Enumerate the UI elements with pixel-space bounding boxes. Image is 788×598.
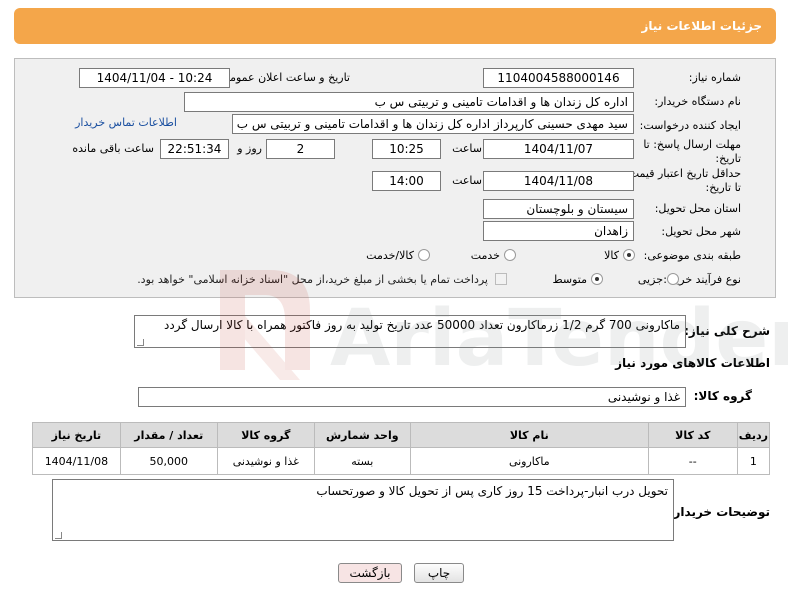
province-field[interactable]: سیستان و بلوچستان	[483, 199, 634, 219]
category-both-radio[interactable]	[418, 249, 430, 261]
process-medium-radio[interactable]	[591, 273, 603, 285]
back-button[interactable]: بازگشت	[338, 563, 402, 583]
process-minor-label: جزیی	[637, 273, 663, 286]
price-time-field[interactable]: 14:00	[372, 171, 441, 191]
reply-time-label: ساعت	[452, 142, 482, 155]
reply-deadline-label-line2: تاریخ:	[715, 152, 741, 165]
cell-name: ماکارونی	[409, 447, 649, 475]
table-row[interactable]: 1 -- ماکارونی بسته غذا و نوشیدنی 50,000 …	[32, 447, 771, 475]
category-goods-radio[interactable]	[623, 249, 635, 261]
cell-date: 1404/11/08	[32, 447, 121, 475]
reply-deadline-label: مهلت ارسال پاسخ: تا تاریخ:	[643, 138, 741, 166]
announce-field[interactable]: 1404/11/04 - 10:24	[79, 68, 230, 88]
reply-date-field[interactable]: 1404/11/07	[483, 139, 634, 159]
buyer-org-field[interactable]: اداره کل زندان ها و اقدامات تامینی و ترب…	[184, 92, 634, 112]
days-field[interactable]: 2	[266, 139, 335, 159]
description-label: شرح کلی نیاز:	[684, 324, 770, 338]
announce-label: تاریخ و ساعت اعلان عمومی:	[217, 71, 350, 84]
cell-code: --	[647, 447, 738, 475]
cell-qty: 50,000	[119, 447, 218, 475]
buyer-notes-textarea[interactable]: تحویل درب انبار-پرداخت 15 روز کاری پس از…	[52, 479, 674, 541]
city-label: شهر محل تحویل:	[661, 225, 741, 238]
need-number-field[interactable]: 1104004588000146	[483, 68, 634, 88]
process-minor-radio[interactable]	[667, 273, 679, 285]
days-label: روز و	[237, 142, 262, 155]
price-date-field[interactable]: 1404/11/08	[483, 171, 634, 191]
goods-table-wrapper: ردیف کد کالا نام کالا واحد شمارش گروه کا…	[32, 422, 771, 475]
category-label: طبقه بندی موضوعی:	[643, 249, 741, 262]
price-deadline-label: حداقل تاریخ اعتبار قیمت: تا تاریخ:	[625, 167, 741, 195]
col-date: تاریخ نیاز	[32, 422, 121, 448]
creator-label: ایجاد کننده درخواست:	[639, 119, 741, 132]
category-service-label: خدمت	[470, 249, 500, 262]
cell-unit: بسته	[313, 447, 411, 475]
col-code: کد کالا	[647, 422, 738, 448]
payment-note: پرداخت تمام یا بخشی از مبلغ خرید،از محل …	[137, 273, 488, 286]
goods-table: ردیف کد کالا نام کالا واحد شمارش گروه کا…	[32, 422, 771, 475]
goods-section-title: اطلاعات کالاهای مورد نیاز	[615, 356, 770, 370]
category-service-radio[interactable]	[504, 249, 516, 261]
buyer-org-label: نام دستگاه خریدار:	[654, 95, 741, 108]
creator-field[interactable]: سید مهدی حسینی کارپرداز اداره کل زندان ه…	[232, 114, 634, 134]
need-number-label: شماره نیاز:	[688, 71, 741, 84]
remaining-label: ساعت باقی مانده	[72, 142, 154, 155]
col-row: ردیف	[736, 422, 771, 448]
city-field[interactable]: زاهدان	[483, 221, 634, 241]
price-deadline-label-line2: تا تاریخ:	[705, 181, 741, 194]
goods-group-field[interactable]: غذا و نوشیدنی	[138, 387, 686, 407]
process-medium-label: متوسط	[552, 273, 587, 286]
province-label: استان محل تحویل:	[654, 202, 741, 215]
cell-group: غذا و نوشیدنی	[216, 447, 315, 475]
col-group: گروه کالا	[216, 422, 315, 448]
description-resize-handle[interactable]	[137, 339, 144, 346]
page-title: جزئیات اطلاعات نیاز	[641, 19, 762, 33]
remaining-time-field[interactable]: 22:51:34	[160, 139, 229, 159]
price-time-label: ساعت	[452, 174, 482, 187]
cell-row: 1	[736, 447, 771, 475]
col-qty: تعداد / مقدار	[119, 422, 218, 448]
print-button[interactable]: چاپ	[414, 563, 464, 583]
table-header-row: ردیف کد کالا نام کالا واحد شمارش گروه کا…	[32, 422, 771, 448]
buyer-notes-label: توضیحات خریدار:	[668, 505, 770, 519]
page-header: جزئیات اطلاعات نیاز	[14, 8, 776, 44]
description-textarea[interactable]: ماکارونی 700 گرم 1/2 زرماکارون تعداد 500…	[134, 315, 686, 348]
reply-time-field[interactable]: 10:25	[372, 139, 441, 159]
contact-buyer-link[interactable]: اطلاعات تماس خریدار	[75, 116, 177, 129]
buyer-notes-resize-handle[interactable]	[55, 532, 62, 539]
category-both-label: کالا/خدمت	[366, 249, 414, 262]
treasury-checkbox[interactable]	[495, 273, 507, 285]
reply-deadline-label-line1: مهلت ارسال پاسخ: تا	[643, 138, 741, 151]
category-goods-label: کالا	[604, 249, 619, 262]
col-name: نام کالا	[409, 422, 649, 448]
goods-group-label: گروه کالا:	[693, 389, 752, 403]
col-unit: واحد شمارش	[313, 422, 411, 448]
price-deadline-label-line1: حداقل تاریخ اعتبار قیمت:	[625, 167, 741, 180]
